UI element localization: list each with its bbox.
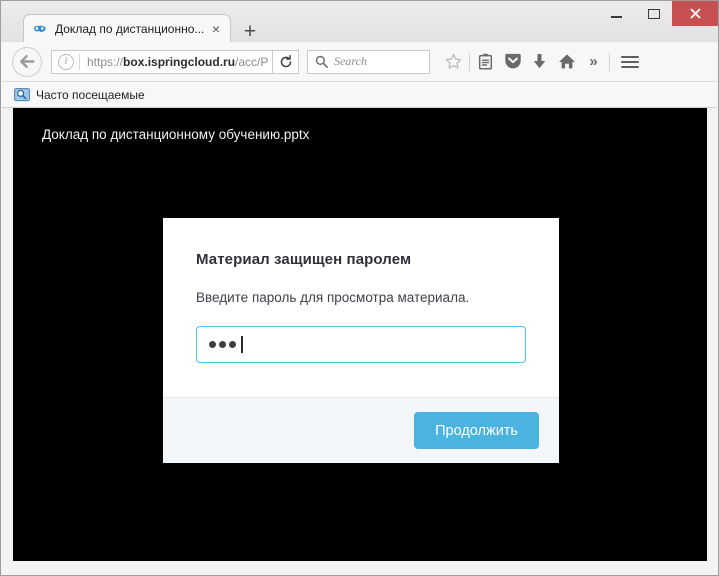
document-title: Доклад по дистанционному обучению.pptx <box>42 127 310 142</box>
tab-close-icon[interactable]: × <box>208 21 224 37</box>
most-visited-icon <box>14 87 30 103</box>
toolbar-divider <box>469 52 470 71</box>
bookmark-most-visited[interactable]: Часто посещаемые <box>10 85 149 105</box>
url-bar[interactable]: i https://box.ispringcloud.ru/acc/PB9 <box>51 49 273 74</box>
url-separator <box>79 53 80 70</box>
password-modal: Материал защищен паролем Введите пароль … <box>163 218 559 463</box>
downloads-icon[interactable] <box>526 49 553 75</box>
reload-icon <box>280 54 291 67</box>
modal-footer: Продолжить <box>163 397 559 463</box>
navigation-toolbar: i https://box.ispringcloud.ru/acc/PB9 Se… <box>2 42 717 82</box>
maximize-button[interactable] <box>635 1 672 26</box>
new-tab-button[interactable]: + <box>239 20 261 42</box>
content-frame-bottom <box>2 561 718 575</box>
page-content: Доклад по дистанционному обучению.pptx М… <box>13 108 707 561</box>
browser-window: Доклад по дистанционно... × + i https://… <box>0 0 719 576</box>
password-input[interactable] <box>196 326 526 363</box>
url-text: https://box.ispringcloud.ru/acc/PB9 <box>87 55 268 69</box>
maximize-icon <box>647 8 660 19</box>
search-bar[interactable]: Search <box>307 49 430 74</box>
toolbar-divider-2 <box>609 52 610 71</box>
minimize-button[interactable] <box>598 1 635 26</box>
url-scheme: https:// <box>87 54 124 69</box>
site-info-icon[interactable]: i <box>58 53 74 70</box>
minimize-icon <box>611 16 622 18</box>
menu-icon[interactable] <box>616 49 643 75</box>
bookmark-label: Часто посещаемые <box>36 87 145 102</box>
pocket-icon[interactable] <box>499 49 526 75</box>
password-dot <box>229 341 236 348</box>
reload-button[interactable] <box>273 49 299 74</box>
tab-strip: Доклад по дистанционно... × + <box>1 1 718 42</box>
bookmark-star-icon[interactable] <box>440 49 467 75</box>
search-icon <box>313 55 329 68</box>
password-dot <box>209 341 216 348</box>
window-controls <box>598 1 718 26</box>
library-icon[interactable] <box>472 49 499 75</box>
password-dot <box>219 341 226 348</box>
back-button[interactable] <box>12 46 42 77</box>
content-frame-right <box>707 108 718 568</box>
content-frame-left <box>2 108 13 568</box>
ispring-loop-icon <box>32 21 48 37</box>
tab-title: Доклад по дистанционно... <box>55 21 205 36</box>
continue-button[interactable]: Продолжить <box>414 412 539 449</box>
password-masked-value <box>209 341 239 348</box>
browser-tab[interactable]: Доклад по дистанционно... × <box>23 14 231 42</box>
url-host: box.ispringcloud.ru <box>123 54 236 69</box>
search-input[interactable]: Search <box>334 54 367 69</box>
bookmarks-toolbar: Часто посещаемые <box>2 82 717 108</box>
close-icon <box>689 8 701 19</box>
modal-title: Материал защищен паролем <box>196 251 412 268</box>
modal-body: Материал защищен паролем Введите пароль … <box>163 218 559 397</box>
text-caret <box>241 336 243 353</box>
url-path: /acc/PB9 <box>235 54 268 69</box>
modal-description: Введите пароль для просмотра материала. <box>196 290 470 305</box>
overflow-icon[interactable]: » <box>580 49 607 75</box>
close-button[interactable] <box>672 1 718 26</box>
home-icon[interactable] <box>553 49 580 75</box>
back-arrow-icon <box>19 55 35 68</box>
toolbar-icon-group: » <box>440 49 643 75</box>
